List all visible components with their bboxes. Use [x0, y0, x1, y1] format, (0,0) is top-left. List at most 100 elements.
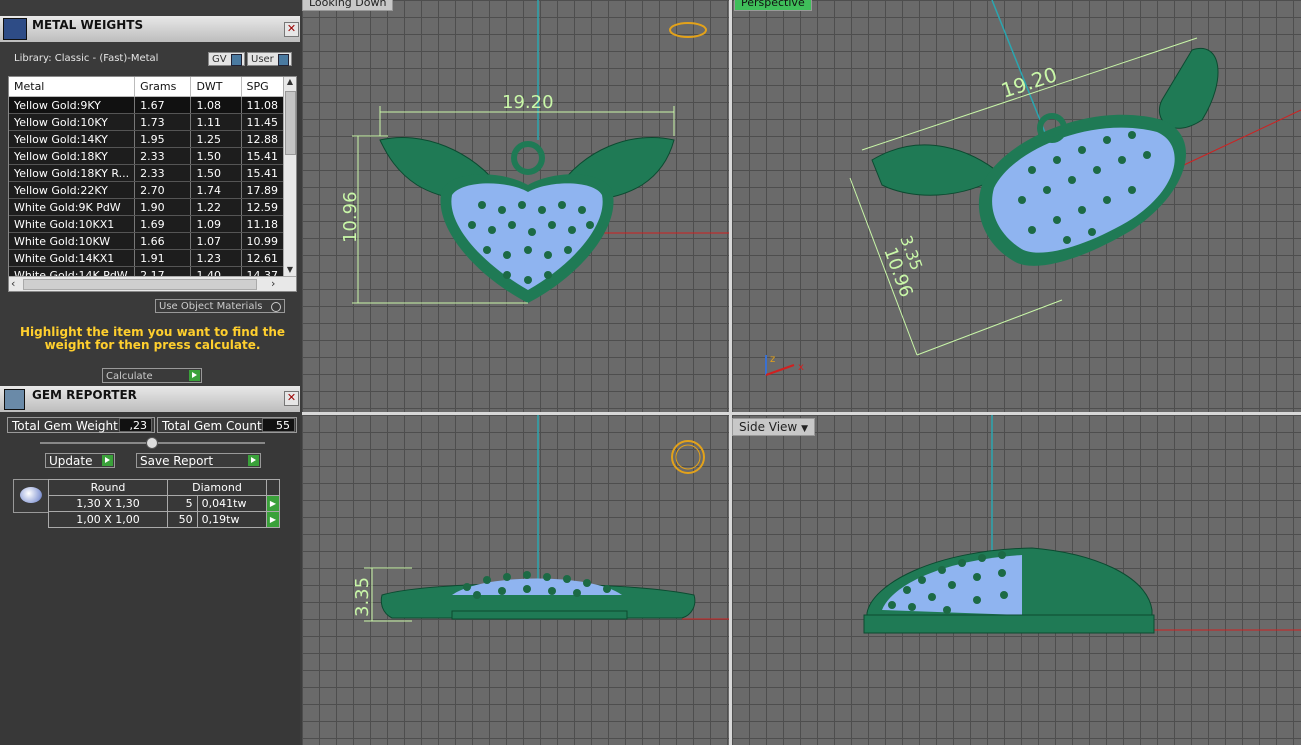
- metal-cell-grams: 1.95: [134, 130, 192, 148]
- total-gem-weight-label: Total Gem Weight: [12, 419, 118, 433]
- radio-icon: [271, 302, 281, 312]
- gem-row[interactable]: 1,00 X 1,00 50 0,19tw ▶: [48, 511, 280, 528]
- use-object-materials-toggle[interactable]: Use Object Materials: [155, 299, 285, 313]
- metal-table-vertical-scrollbar[interactable]: ▲ ▼: [283, 77, 296, 277]
- play-icon: [102, 455, 113, 466]
- metal-cell-spg: 10.99: [241, 232, 284, 250]
- dim-front-height: 3.35: [352, 577, 373, 617]
- metal-cell-metal: White Gold:9K PdW: [9, 198, 136, 216]
- total-gem-count-label: Total Gem Count: [162, 419, 262, 433]
- metal-row[interactable]: Yellow Gold:22KY 2.70 1.74 17.89: [9, 181, 284, 199]
- viewport-side[interactable]: Side View ▼: [732, 415, 1301, 745]
- metal-cell-dwt: 1.74: [190, 181, 242, 199]
- metal-weights-table[interactable]: Metal Grams DWT SPG Yellow Gold:9KY 1.67 1…: [8, 76, 297, 292]
- metal-cell-spg: 17.89: [241, 181, 284, 199]
- gem-row[interactable]: 1,30 X 1,30 5 0,041tw ▶: [48, 495, 280, 512]
- metal-cell-spg: 12.61: [241, 249, 284, 267]
- metal-cell-grams: 1.66: [134, 232, 192, 250]
- metal-cell-grams: 2.70: [134, 181, 192, 199]
- metal-cell-grams: 1.69: [134, 215, 192, 233]
- metal-cell-spg: 15.41: [241, 164, 284, 182]
- metal-row[interactable]: Yellow Gold:9KY 1.67 1.08 11.08: [9, 96, 284, 114]
- scroll-thumb-horizontal[interactable]: [23, 279, 257, 290]
- col-header-dwt[interactable]: DWT: [190, 77, 242, 97]
- calculate-label: Calculate: [106, 371, 153, 382]
- metal-cell-dwt: 1.09: [190, 215, 242, 233]
- scroll-left-icon[interactable]: ‹: [11, 277, 15, 290]
- metal-cell-dwt: 1.07: [190, 232, 242, 250]
- metal-cell-dwt: 1.25: [190, 130, 242, 148]
- scroll-up-icon[interactable]: ▲: [284, 77, 296, 89]
- viewport-label-perspective[interactable]: Perspective: [734, 0, 812, 11]
- calculate-button[interactable]: Calculate: [102, 368, 202, 383]
- orbit-icon: [669, 22, 707, 38]
- viewport-label-side-text: Side View: [739, 420, 798, 434]
- col-header-grams[interactable]: Grams: [134, 77, 192, 97]
- library-label: Library: Classic - (Fast)-Metal: [14, 53, 159, 64]
- gv-toggle[interactable]: GV: [208, 52, 245, 66]
- col-header-spg[interactable]: SPG: [241, 77, 284, 97]
- metal-cell-dwt: 1.50: [190, 147, 242, 165]
- gem-cell-weight: 0,041tw: [196, 495, 268, 512]
- metal-cell-dwt: 1.23: [190, 249, 242, 267]
- metal-row[interactable]: Yellow Gold:10KY 1.73 1.11 11.45: [9, 113, 284, 131]
- metal-cell-metal: Yellow Gold:18KY: [9, 147, 136, 165]
- metal-cell-grams: 1.90: [134, 198, 192, 216]
- viewport-divider-vertical[interactable]: [729, 0, 732, 745]
- metal-row[interactable]: Yellow Gold:14KY 1.95 1.25 12.88: [9, 130, 284, 148]
- pendant-front-view: 3.35: [352, 415, 729, 622]
- toggle-icon: [231, 54, 242, 66]
- viewport-label-top[interactable]: Looking Down: [302, 0, 394, 11]
- metal-cell-grams: 1.67: [134, 96, 192, 114]
- use-object-materials-label: Use Object Materials: [159, 301, 263, 312]
- metal-table-horizontal-scrollbar[interactable]: ‹ ›: [9, 276, 296, 291]
- slider-handle-icon[interactable]: [146, 437, 158, 449]
- pendant-top-view: 19.20 10.96: [340, 0, 729, 304]
- metal-cell-metal: Yellow Gold:9KY: [9, 96, 136, 114]
- scroll-right-icon[interactable]: ›: [271, 277, 275, 290]
- metal-cell-spg: 11.08: [241, 96, 284, 114]
- update-label: Update: [49, 454, 93, 468]
- metal-weights-icon: [3, 18, 27, 40]
- orbit-icon: [671, 440, 705, 474]
- metal-cell-metal: Yellow Gold:10KY: [9, 113, 136, 131]
- metal-row[interactable]: White Gold:10KX1 1.69 1.09 11.18: [9, 215, 284, 233]
- metal-weights-close-button[interactable]: ✕: [284, 22, 299, 37]
- toggle-icon: [278, 54, 289, 66]
- viewport-label-side[interactable]: Side View ▼: [732, 418, 815, 436]
- dim-persp-width: 19.20: [998, 62, 1060, 103]
- metal-cell-spg: 11.18: [241, 215, 284, 233]
- viewport-perspective[interactable]: 19.20 10.96 3.35 z x Perspective: [732, 0, 1301, 412]
- metal-cell-grams: 1.73: [134, 113, 192, 131]
- chevron-down-icon[interactable]: ▼: [801, 424, 808, 434]
- save-report-button[interactable]: Save Report: [136, 453, 261, 468]
- gem-row-go-icon[interactable]: ▶: [266, 495, 280, 512]
- metal-cell-metal: White Gold:10KW: [9, 232, 136, 250]
- metal-cell-spg: 12.59: [241, 198, 284, 216]
- gem-reporter-title: GEM REPORTER: [32, 388, 137, 402]
- metal-weights-titlebar: METAL WEIGHTS: [0, 16, 300, 42]
- metal-row[interactable]: White Gold:14KX1 1.91 1.23 12.61: [9, 249, 284, 267]
- viewport-top[interactable]: 19.20 10.96 Looking Down: [302, 0, 729, 412]
- metal-row[interactable]: White Gold:9K PdW 1.90 1.22 12.59: [9, 198, 284, 216]
- user-toggle[interactable]: User: [247, 52, 292, 66]
- metal-row[interactable]: Yellow Gold:18KY 2.33 1.50 15.41: [9, 147, 284, 165]
- gem-cell-size: 1,30 X 1,30: [48, 495, 168, 512]
- metal-row[interactable]: White Gold:10KW 1.66 1.07 10.99: [9, 232, 284, 250]
- col-header-metal[interactable]: Metal: [9, 77, 136, 97]
- gem-cell-weight: 0,19tw: [196, 511, 268, 528]
- update-button[interactable]: Update: [45, 453, 115, 468]
- play-icon: [248, 455, 259, 466]
- dim-top-height: 10.96: [340, 191, 361, 243]
- metal-cell-dwt: 1.22: [190, 198, 242, 216]
- metal-cell-spg: 12.88: [241, 130, 284, 148]
- axis-z-label: z: [770, 354, 775, 365]
- metal-weights-title: METAL WEIGHTS: [32, 18, 144, 32]
- scroll-thumb[interactable]: [285, 91, 296, 155]
- viewport-divider-horizontal[interactable]: [302, 412, 1301, 415]
- viewport-front[interactable]: 3.35: [302, 415, 729, 745]
- metal-row[interactable]: Yellow Gold:18KY R... 2.33 1.50 15.41: [9, 164, 284, 182]
- gem-row-go-icon[interactable]: ▶: [266, 511, 280, 528]
- gem-reporter-titlebar: GEM REPORTER: [0, 386, 300, 412]
- gem-reporter-close-button[interactable]: ✕: [284, 391, 299, 406]
